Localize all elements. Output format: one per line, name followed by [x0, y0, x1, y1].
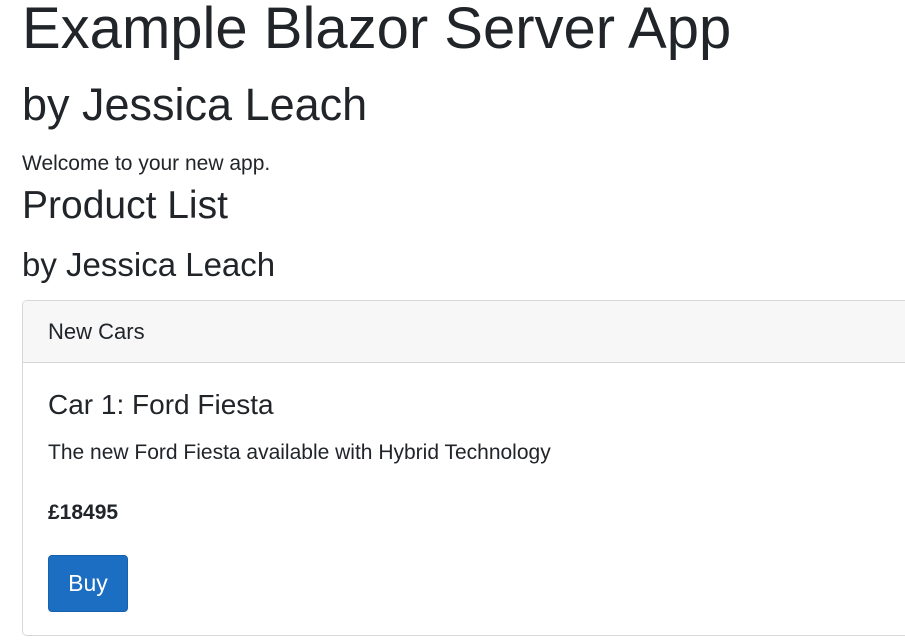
page-author: by Jessica Leach: [22, 79, 368, 130]
welcome-text: Welcome to your new app.: [22, 152, 271, 175]
product-card: New Cars Car 1: Ford Fiesta The new Ford…: [22, 300, 905, 636]
product-list-title: Product List: [22, 184, 228, 227]
card-title: Car 1: Ford Fiesta: [48, 389, 274, 420]
card-description: The new Ford Fiesta available with Hybri…: [48, 441, 551, 464]
page-title: Example Blazor Server App: [22, 0, 732, 61]
product-price: £18495: [48, 501, 119, 524]
buy-button[interactable]: Buy: [48, 555, 128, 612]
page: Example Blazor Server App by Jessica Lea…: [0, 0, 905, 640]
product-list-author: by Jessica Leach: [22, 246, 276, 283]
card-header: New Cars: [23, 301, 905, 363]
